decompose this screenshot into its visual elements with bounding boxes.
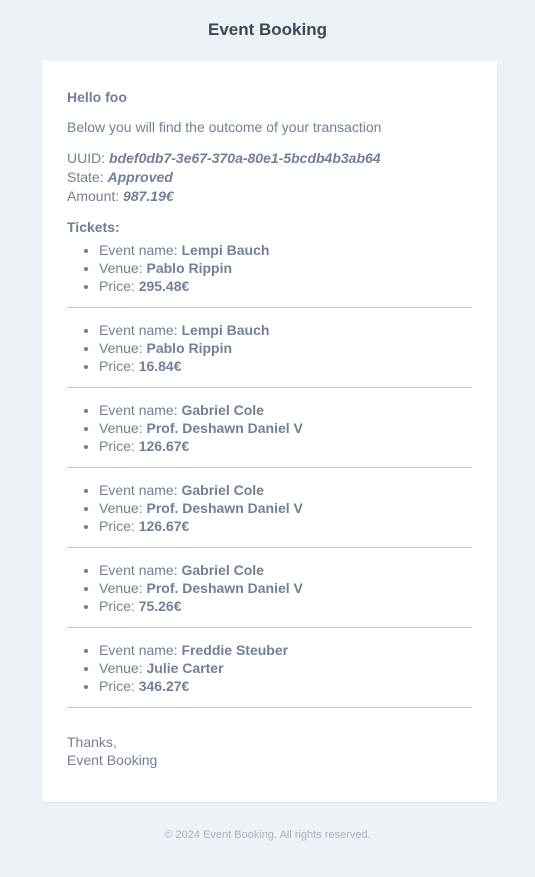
footer-copyright: © 2024 Event Booking. All rights reserve… xyxy=(164,829,371,841)
amount-label: Amount: xyxy=(67,188,120,204)
venue-name: Prof. Deshawn Daniel V xyxy=(146,500,303,516)
amount-value: 987.19€ xyxy=(123,188,174,204)
venue-label: Venue: xyxy=(99,660,143,676)
venue-label: Venue: xyxy=(99,580,143,596)
ticket-event: Event name: Gabriel Cole xyxy=(99,561,472,579)
ticket-venue: Venue: Pablo Rippin xyxy=(99,259,472,277)
ticket-item: Event name: Gabriel Cole Venue: Prof. De… xyxy=(67,468,472,548)
price-value: 295.48€ xyxy=(138,278,190,294)
price-label: Price: xyxy=(99,358,135,374)
price-label: Price: xyxy=(99,278,135,294)
price-label: Price: xyxy=(99,678,135,694)
state-line: State: Approved xyxy=(67,168,472,187)
signature-text: Event Booking xyxy=(67,752,158,768)
ticket-venue: Venue: Prof. Deshawn Daniel V xyxy=(99,579,472,597)
event-name: Gabriel Cole xyxy=(181,482,264,498)
venue-label: Venue: xyxy=(99,260,143,276)
price-value: 16.84€ xyxy=(138,358,182,374)
event-label: Event name: xyxy=(99,242,178,258)
ticket-item: Event name: Lempi Bauch Venue: Pablo Rip… xyxy=(67,308,472,388)
ticket-event: Event name: Lempi Bauch xyxy=(99,321,472,339)
ticket-price: Price: 75.26€ xyxy=(99,597,472,615)
venue-name: Julie Carter xyxy=(146,660,224,676)
ticket-price: Price: 346.27€ xyxy=(99,677,472,695)
thanks-text: Thanks, xyxy=(67,734,117,750)
greeting: Hello foo xyxy=(67,89,127,105)
venue-label: Venue: xyxy=(99,420,143,436)
signoff: Thanks, Event Booking xyxy=(67,733,472,769)
ticket-venue: Venue: Prof. Deshawn Daniel V xyxy=(99,419,472,437)
event-name: Gabriel Cole xyxy=(181,402,264,418)
tickets-title: Tickets: xyxy=(67,219,120,235)
venue-name: Prof. Deshawn Daniel V xyxy=(146,580,303,596)
ticket-venue: Venue: Pablo Rippin xyxy=(99,339,472,357)
event-label: Event name: xyxy=(99,482,178,498)
intro-text: Below you will find the outcome of your … xyxy=(67,119,382,135)
state-label: State: xyxy=(67,169,104,185)
ticket-item: Event name: Lempi Bauch Venue: Pablo Rip… xyxy=(67,236,472,308)
event-name: Lempi Bauch xyxy=(181,322,270,338)
ticket-price: Price: 16.84€ xyxy=(99,357,472,375)
price-value: 126.67€ xyxy=(138,518,190,534)
ticket-event: Event name: Lempi Bauch xyxy=(99,241,472,259)
venue-label: Venue: xyxy=(99,340,143,356)
state-value: Approved xyxy=(107,169,173,185)
price-label: Price: xyxy=(99,438,135,454)
event-label: Event name: xyxy=(99,642,178,658)
ticket-price: Price: 126.67€ xyxy=(99,517,472,535)
price-label: Price: xyxy=(99,518,135,534)
ticket-price: Price: 295.48€ xyxy=(99,277,472,295)
uuid-line: UUID: bdef0db7-3e67-370a-80e1-5bcdb4b3ab… xyxy=(67,149,472,168)
ticket-item: Event name: Gabriel Cole Venue: Prof. De… xyxy=(67,388,472,468)
ticket-item: Event name: Gabriel Cole Venue: Prof. De… xyxy=(67,548,472,628)
email-body-card: Hello foo Below you will find the outcom… xyxy=(42,61,497,802)
event-label: Event name: xyxy=(99,402,178,418)
price-value: 75.26€ xyxy=(138,598,182,614)
ticket-item: Event name: Freddie Steuber Venue: Julie… xyxy=(67,628,472,708)
transaction-info: UUID: bdef0db7-3e67-370a-80e1-5bcdb4b3ab… xyxy=(67,149,472,206)
event-label: Event name: xyxy=(99,562,178,578)
event-label: Event name: xyxy=(99,322,178,338)
ticket-event: Event name: Gabriel Cole xyxy=(99,481,472,499)
event-name: Freddie Steuber xyxy=(181,642,289,658)
ticket-event: Event name: Gabriel Cole xyxy=(99,401,472,419)
amount-line: Amount: 987.19€ xyxy=(67,187,472,206)
venue-name: Prof. Deshawn Daniel V xyxy=(146,420,303,436)
email-header-title[interactable]: Event Booking xyxy=(0,20,535,40)
ticket-event: Event name: Freddie Steuber xyxy=(99,641,472,659)
venue-label: Venue: xyxy=(99,500,143,516)
ticket-venue: Venue: Julie Carter xyxy=(99,659,472,677)
price-value: 346.27€ xyxy=(138,678,190,694)
event-name: Gabriel Cole xyxy=(181,562,264,578)
ticket-venue: Venue: Prof. Deshawn Daniel V xyxy=(99,499,472,517)
tickets-list: Event name: Lempi Bauch Venue: Pablo Rip… xyxy=(67,236,472,708)
venue-name: Pablo Rippin xyxy=(146,340,233,356)
price-label: Price: xyxy=(99,598,135,614)
event-name: Lempi Bauch xyxy=(181,242,270,258)
uuid-value: bdef0db7-3e67-370a-80e1-5bcdb4b3ab64 xyxy=(109,150,381,166)
uuid-label: UUID: xyxy=(67,150,106,166)
venue-name: Pablo Rippin xyxy=(146,260,233,276)
price-value: 126.67€ xyxy=(138,438,190,454)
ticket-price: Price: 126.67€ xyxy=(99,437,472,455)
